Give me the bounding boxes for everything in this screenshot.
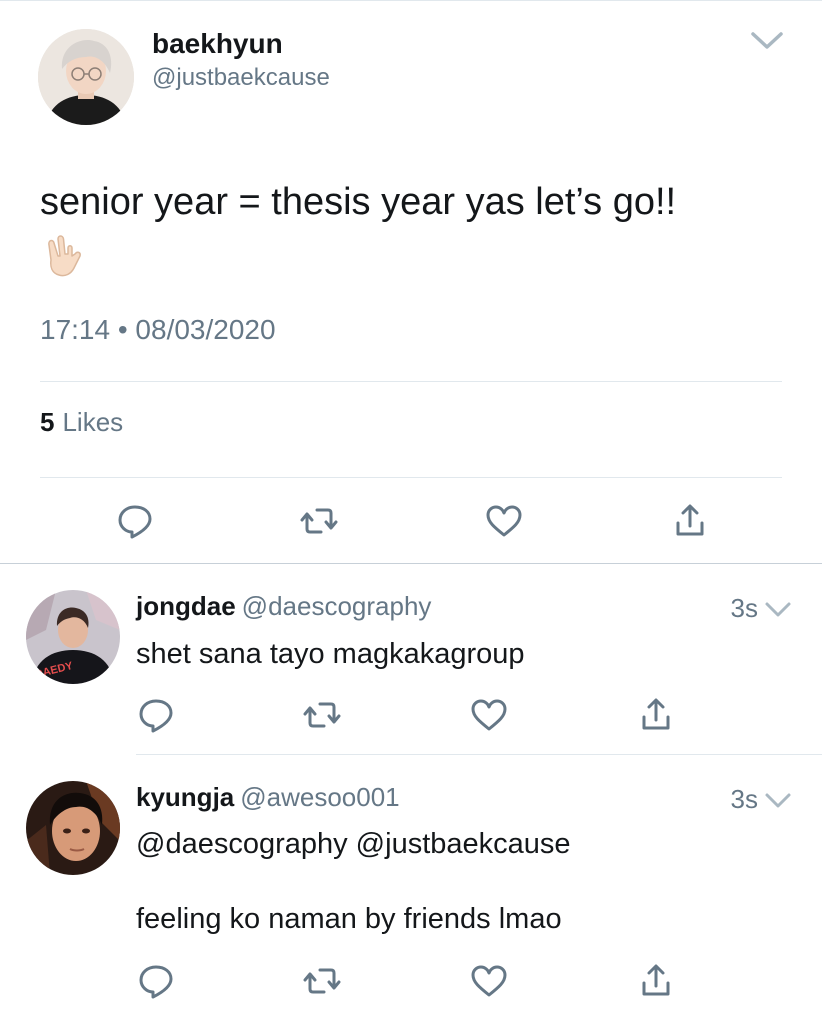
like-icon[interactable] (484, 501, 524, 541)
avatar[interactable] (26, 781, 120, 875)
reply-text: feeling ko naman by friends lmao (136, 903, 562, 935)
divider (40, 477, 782, 478)
avatar[interactable]: DAEDY (26, 590, 120, 684)
tweet-text: senior year = thesis year yas let’s go!! (40, 181, 677, 223)
avatar-image (38, 29, 134, 125)
reply-mentions[interactable]: @daescography @justbaekcause (136, 828, 571, 861)
retweet-icon[interactable] (299, 501, 339, 541)
retweet-icon[interactable] (302, 695, 342, 735)
reply-tweet[interactable]: kyungja @awesoo001 3s @daescography @just… (0, 755, 822, 1024)
like-icon[interactable] (469, 695, 509, 735)
retweet-icon[interactable] (302, 961, 342, 1001)
reply-tweet[interactable]: DAEDY jongdae @daescography 3s shet sana … (0, 564, 822, 754)
timestamp[interactable]: 17:14 • 08/03/2020 (40, 314, 276, 346)
likes-stat[interactable]: 5 Likes (40, 407, 123, 438)
main-tweet: baekhyun @justbaekcause senior year = th… (0, 0, 822, 563)
display-name[interactable]: baekhyun (152, 28, 283, 60)
like-icon[interactable] (469, 961, 509, 1001)
chevron-down-icon[interactable] (764, 601, 792, 619)
reply-age[interactable]: 3s (731, 784, 758, 815)
chevron-down-icon[interactable] (750, 30, 784, 52)
hand-rock-emoji-icon (40, 232, 88, 280)
likes-label: Likes (62, 407, 124, 437)
user-handle[interactable]: @justbaekcause (152, 64, 330, 92)
divider (40, 381, 782, 382)
reply-icon[interactable] (136, 695, 176, 735)
avatar[interactable] (38, 29, 134, 125)
share-icon[interactable] (636, 695, 676, 735)
reply-display-name[interactable]: kyungja (136, 782, 234, 812)
reply-icon[interactable] (136, 961, 176, 1001)
reply-age[interactable]: 3s (731, 593, 758, 624)
share-icon[interactable] (670, 501, 710, 541)
reply-icon[interactable] (115, 501, 155, 541)
reply-header: kyungja @awesoo001 (136, 782, 400, 813)
reply-text: shet sana tayo magkakagroup (136, 638, 525, 670)
reply-header: jongdae @daescography (136, 591, 431, 622)
avatar-image (26, 781, 120, 875)
likes-count: 5 (40, 407, 55, 437)
reply-display-name[interactable]: jongdae (136, 591, 236, 621)
chevron-down-icon[interactable] (764, 792, 792, 810)
reply-handle[interactable]: @daescography (242, 591, 432, 621)
share-icon[interactable] (636, 961, 676, 1001)
avatar-image: DAEDY (26, 590, 120, 684)
reply-handle[interactable]: @awesoo001 (240, 782, 399, 812)
